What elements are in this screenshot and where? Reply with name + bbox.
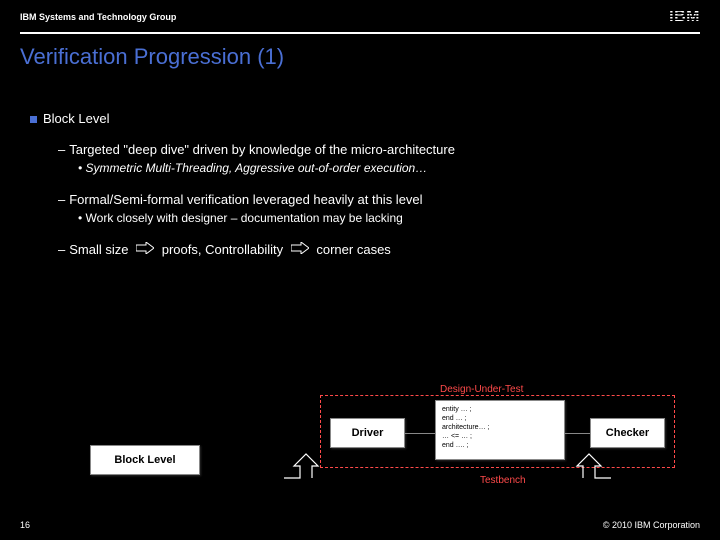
dut-code: entity … ; end … ; architecture… ; … <= … [442,405,558,450]
bullet-block-level: Block Level [30,110,690,129]
slide-header: IBM Systems and Technology Group IBM [0,0,720,30]
subsubbullet-smt: • Symmetric Multi-Threading, Aggressive … [78,160,690,177]
dut-label: Design-Under-Test [440,384,523,395]
subbullet-targeted: –Targeted "deep dive" driven by knowledg… [58,141,690,160]
slide-footer: 16 © 2010 IBM Corporation [0,520,720,530]
subsubbullet-text: Work closely with designer – documentati… [86,211,403,225]
arrow-right-icon [136,241,154,260]
bullet-text: Block Level [43,111,109,126]
driver-box: Driver [330,418,405,448]
subbullet-smallsize: –Small size proofs, Controllability corn… [58,241,690,260]
testbench-label: Testbench [480,475,526,486]
arrow-up-right-icon [280,452,320,480]
slide-body: Block Level –Targeted "deep dive" driven… [0,70,720,260]
dash-bullet-icon: – [58,192,65,207]
copyright: © 2010 IBM Corporation [603,520,700,530]
ibm-logo: IBM [669,8,700,26]
dut-box: entity … ; end … ; architecture… ; … <= … [435,400,565,460]
dot-bullet-icon: • [78,161,86,175]
connector-line [405,433,435,434]
subbullet-text: Targeted "deep dive" driven by knowledge… [69,142,455,157]
checker-box: Checker [590,418,665,448]
page-number: 16 [20,520,30,530]
slide-title: Verification Progression (1) [0,34,720,70]
diagram: Design-Under-Test Testbench Block Level … [0,360,720,500]
square-bullet-icon [30,116,37,123]
connector-line [565,433,590,434]
arrow-right-icon [291,241,309,260]
subbullet-formal: –Formal/Semi-formal verification leverag… [58,191,690,210]
block-level-box: Block Level [90,445,200,475]
subbullet-text: Formal/Semi-formal verification leverage… [69,192,422,207]
dot-bullet-icon: • [78,211,86,225]
subsubbullet-work: • Work closely with designer – documenta… [78,210,690,227]
dash-bullet-icon: – [58,142,65,157]
text-mid: proofs, Controllability [162,242,283,257]
arrow-up-left-icon [575,452,615,480]
text-post: corner cases [316,242,390,257]
subsubbullet-text: Symmetric Multi-Threading, Aggressive ou… [86,161,428,175]
text-pre: Small size [69,242,128,257]
group-label: IBM Systems and Technology Group [20,12,176,22]
dash-bullet-icon: – [58,242,65,257]
